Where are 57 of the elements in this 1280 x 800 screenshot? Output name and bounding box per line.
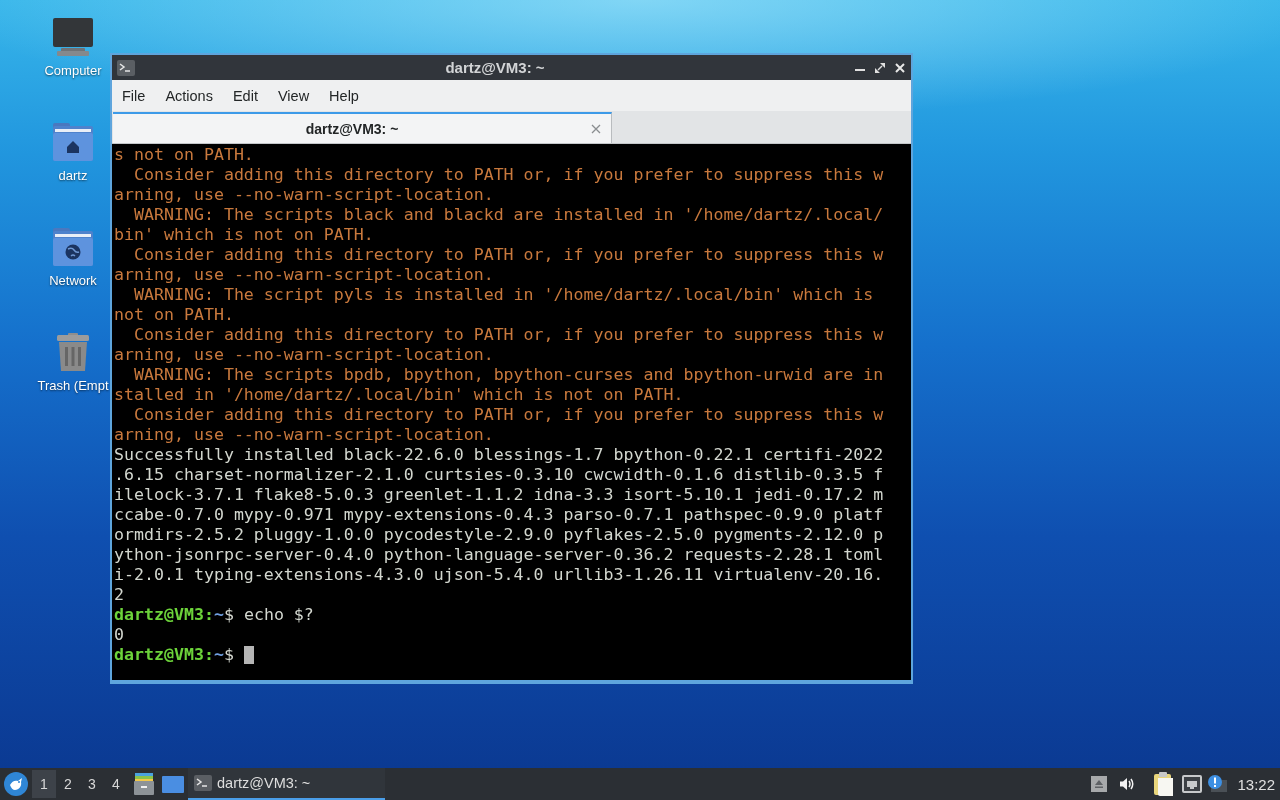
warning-text: WARNING: The scripts bpdb, bpython, bpython-curses and bpython-urwid are in [132,365,884,385]
file-cabinet-icon[interactable] [134,773,154,795]
workspace-button[interactable]: 3 [80,770,104,798]
output-text: 0 [114,625,124,645]
warning-text: WARNING: The script pyls is installed in '/home/dartz/.local/bin' which is [132,285,874,305]
home-folder-icon[interactable] [53,123,93,161]
terminal-icon [117,59,135,76]
warning-text: arning, use --no-warn-script-location. [114,345,494,365]
maximize-icon[interactable] [875,62,885,73]
output-text: i-2.0.1 typing-extensions-4.3.0 ujson-5.4.0 urllib3-1.26.11 virtualenv-20.16. [114,565,884,585]
clipboard-icon[interactable] [1154,772,1175,796]
menu-item[interactable]: View [267,87,320,104]
app-menu-icon[interactable] [4,772,28,796]
clock-text[interactable]: 13:22 [1237,775,1275,793]
output-text: ormdirs-2.5.2 pluggy-1.0.0 pycodestyle-2.9.0 pyflakes-2.5.0 pygments-2.12.0 p [114,525,884,545]
tab[interactable]: dartz@VM3: ~ [113,112,612,143]
output-text: ccabe-0.7.0 mypy-0.971 mypy-extensions-0.4.3 parso-0.7.1 pathspec-0.9.0 platf [114,505,884,525]
warning-text: s not on PATH. [114,145,254,165]
menu-item[interactable]: Help [319,87,369,104]
warning-text: not on PATH. [114,305,234,325]
workspace-button[interactable]: 4 [104,770,128,798]
alert-icon[interactable] [1207,774,1228,794]
monitor-icon[interactable] [53,18,93,56]
warning-text: Consider adding this directory to PATH or, if you prefer to suppress this w [132,165,884,185]
prompt-line: dartz@VM3:~$ echo $? [114,605,314,625]
menu-item[interactable]: Actions [155,87,223,104]
desktop-icon-label[interactable]: Network [49,273,97,289]
close-icon[interactable] [895,62,905,73]
workspace-button[interactable]: 2 [56,770,80,798]
warning-text: WARNING: The scripts black and blackd are installed in '/home/dartz/.local/ [132,205,884,225]
task-button[interactable]: dartz@VM3: ~ [188,768,385,800]
warning-text: Consider adding this directory to PATH or, if you prefer to suppress this w [132,245,884,265]
output-text: ython-jsonrpc-server-0.4.0 python-language-server-0.36.2 requests-2.28.1 toml [114,545,884,565]
warning-text: stalled in '/home/dartz/.local/bin' which is not on PATH. [114,385,684,405]
desktop-icon[interactable] [162,775,184,793]
output-text: Successfully installed black-22.6.0 blessings-1.7 bpython-0.22.1 certifi-2022 [114,445,884,465]
desktop-icon-label[interactable]: Trash (Empt [37,378,109,394]
prompt-line: dartz@VM3:~$ [114,645,234,665]
eject-icon[interactable] [1091,776,1108,792]
warning-text: Consider adding this directory to PATH or, if you prefer to suppress this w [132,405,884,425]
menu-item[interactable]: Edit [222,87,268,104]
window-title: dartz@VM3: ~ [444,59,546,76]
ethernet-icon[interactable] [1182,775,1203,793]
menu-item[interactable]: File [112,87,156,104]
terminal-icon [194,775,212,791]
warning-text: arning, use --no-warn-script-location. [114,425,494,445]
warning-text: arning, use --no-warn-script-location. [114,265,494,285]
output-text: 2 [114,585,124,605]
warning-text: arning, use --no-warn-script-location. [114,185,494,205]
warning-text: Consider adding this directory to PATH or, if you prefer to suppress this w [132,325,884,345]
output-text: ilelock-3.7.1 flake8-5.0.3 greenlet-1.1.2 idna-3.3 isort-5.10.1 jedi-0.17.2 m [114,485,884,505]
warning-text: bin' which is not on PATH. [114,225,374,245]
globe-folder-icon[interactable] [53,228,93,266]
tab-close-icon[interactable] [591,123,601,134]
speaker-icon[interactable] [1119,776,1136,792]
workspace-button[interactable]: 1 [32,770,56,798]
output-text: .6.15 charset-normalizer-2.1.0 curtsies-0.3.10 cwcwidth-0.1.6 distlib-0.3.5 f [114,465,884,485]
